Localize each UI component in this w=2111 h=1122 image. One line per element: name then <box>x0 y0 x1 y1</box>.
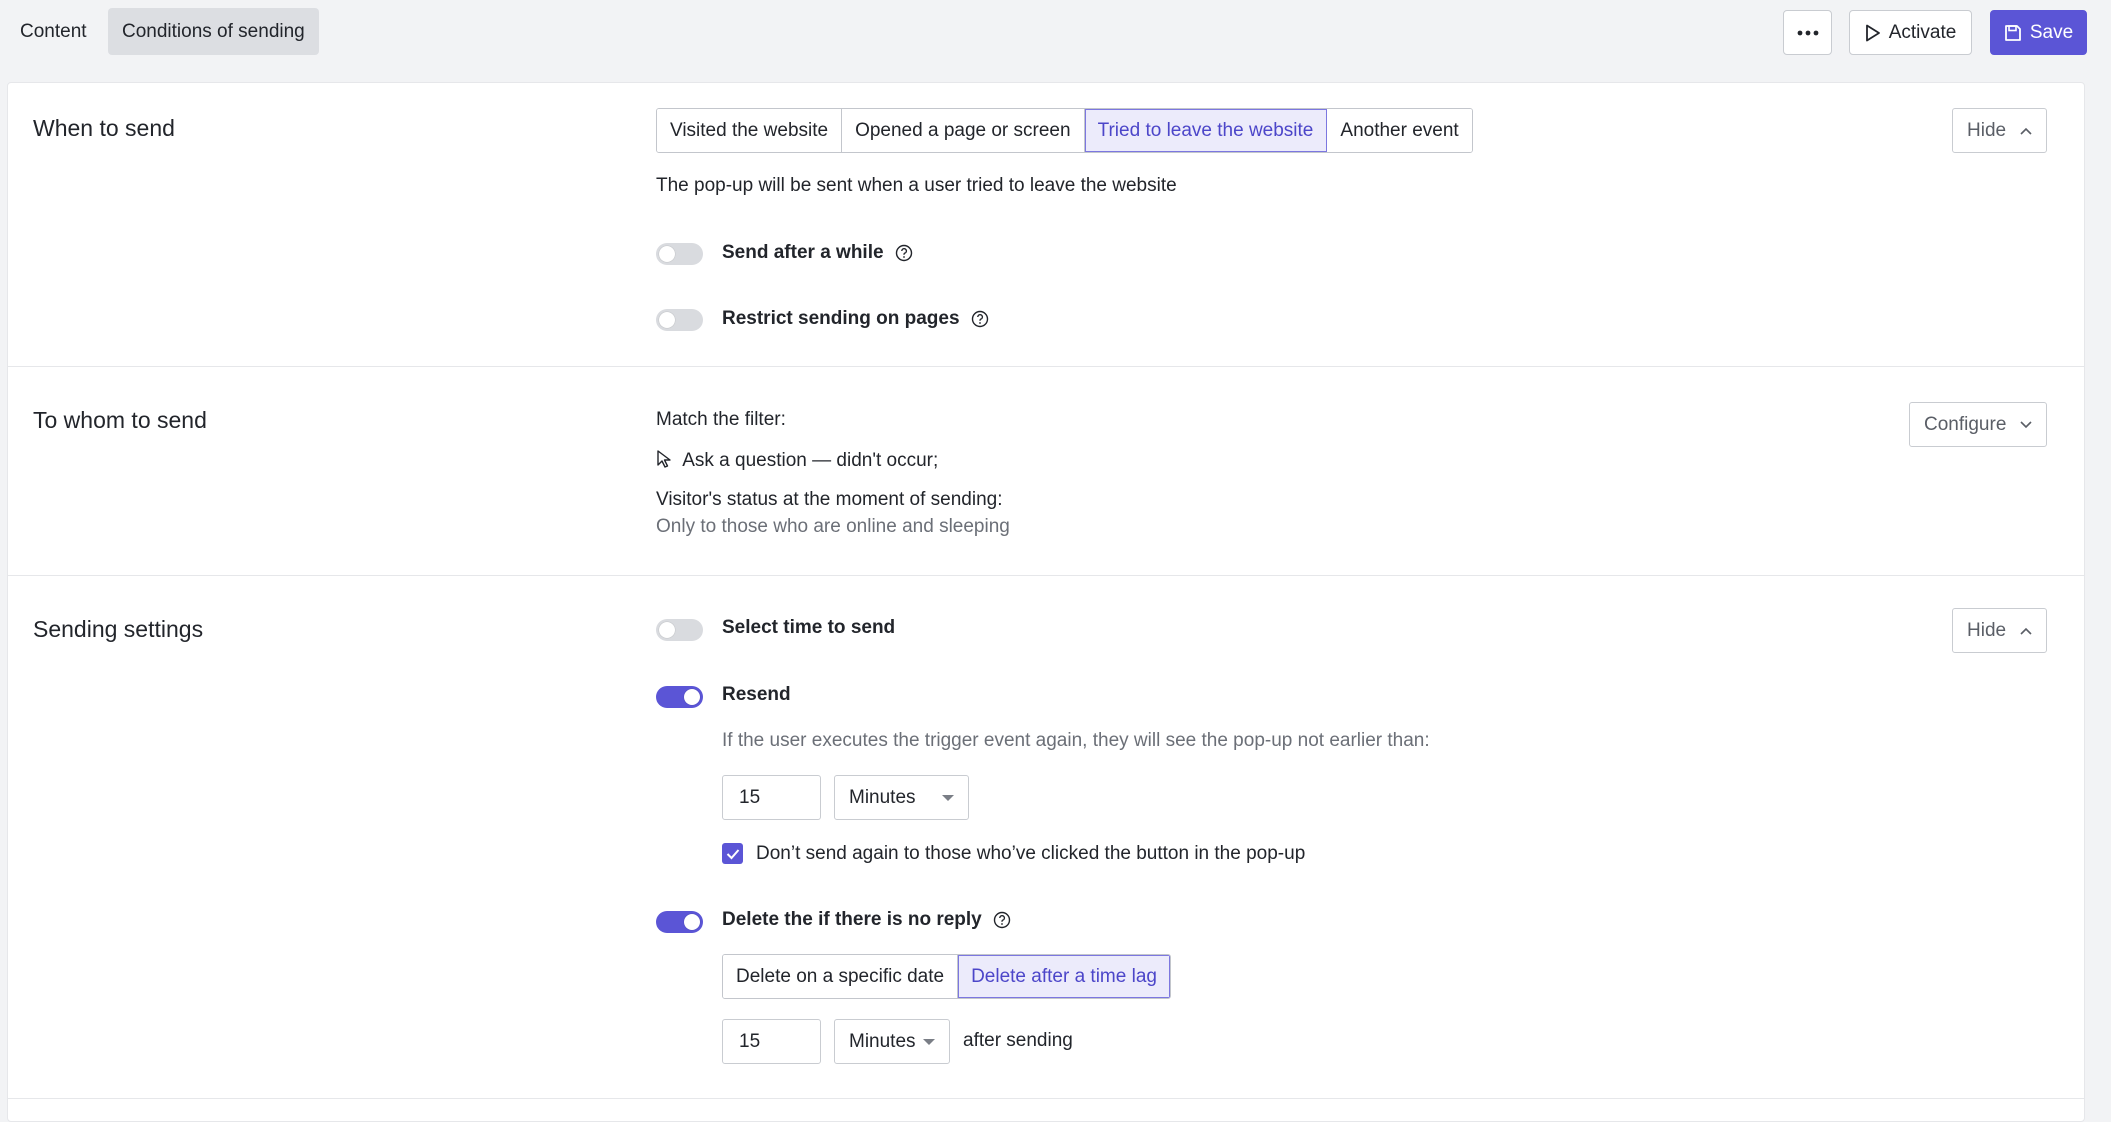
to-whom-title: To whom to send <box>33 407 207 433</box>
cursor-click-icon <box>657 450 671 468</box>
send-after-while-row: Send after a while <box>722 242 913 264</box>
option-tried-to-leave[interactable]: Tried to leave the website <box>1084 109 1328 152</box>
delete-no-reply-label: Delete the if there is no reply <box>722 909 982 930</box>
save-icon <box>2004 24 2021 41</box>
option-delete-specific-date[interactable]: Delete on a specific date <box>723 955 959 998</box>
play-icon <box>1865 24 1880 41</box>
delete-unit-value: Minutes <box>849 1031 916 1052</box>
resend-amount-input[interactable] <box>722 775 821 820</box>
chevron-up-icon <box>2020 127 2032 135</box>
delete-no-reply-row: Delete the if there is no reply <box>722 909 1011 931</box>
hide-label: Hide <box>1967 619 2007 641</box>
filter-rule-text: Ask a question — didn't occur; <box>682 450 939 471</box>
help-icon[interactable] <box>993 911 1011 929</box>
save-label: Save <box>2029 21 2074 43</box>
when-to-send-title: When to send <box>33 115 175 141</box>
hide-label: Hide <box>1967 119 2007 141</box>
resend-unit-value: Minutes <box>849 787 916 808</box>
restrict-pages-label: Restrict sending on pages <box>722 308 960 329</box>
restrict-pages-row: Restrict sending on pages <box>722 308 989 330</box>
filter-heading: Match the filter: <box>656 409 786 430</box>
send-after-while-label: Send after a while <box>722 242 884 263</box>
filter-rule-row: Ask a question — didn't occur; <box>656 449 938 472</box>
section-divider <box>7 1098 2085 1099</box>
select-time-toggle[interactable] <box>656 619 703 641</box>
configure-label: Configure <box>1924 413 2007 435</box>
tab-conditions-of-sending[interactable]: Conditions of sending <box>108 8 319 55</box>
option-visited-website[interactable]: Visited the website <box>657 109 843 152</box>
tab-content[interactable]: Content <box>6 8 101 55</box>
dropdown-arrow-icon <box>942 795 954 801</box>
dont-send-again-checkbox[interactable] <box>722 843 743 864</box>
send-after-while-toggle[interactable] <box>656 243 703 265</box>
delete-mode-selector: Delete on a specific date Delete after a… <box>722 954 1171 999</box>
trigger-event-selector: Visited the website Opened a page or scr… <box>656 108 1473 153</box>
section-divider <box>7 366 2085 367</box>
delete-amount-input[interactable] <box>722 1019 821 1064</box>
after-sending-label: after sending <box>963 1030 1073 1051</box>
dropdown-arrow-icon <box>923 1039 935 1045</box>
help-icon[interactable] <box>971 310 989 328</box>
configure-button[interactable]: Configure <box>1909 402 2048 447</box>
checkmark-icon <box>726 848 739 859</box>
chevron-up-icon <box>2020 627 2032 635</box>
select-time-label: Select time to send <box>722 617 896 638</box>
save-button[interactable]: Save <box>1990 10 2087 55</box>
restrict-pages-toggle[interactable] <box>656 309 703 331</box>
help-icon[interactable] <box>895 244 913 262</box>
option-opened-page[interactable]: Opened a page or screen <box>842 109 1085 152</box>
resend-hint: If the user executes the trigger event a… <box>722 730 1430 751</box>
dont-send-again-label: Don’t send again to those who’ve clicked… <box>756 843 1306 864</box>
resend-toggle[interactable] <box>656 686 703 708</box>
more-options-button[interactable] <box>1783 10 1832 55</box>
more-horizontal-icon <box>1797 30 1818 35</box>
status-heading: Visitor's status at the moment of sendin… <box>656 489 1003 510</box>
section-divider <box>7 575 2085 576</box>
activate-button[interactable]: Activate <box>1849 10 1972 55</box>
trigger-description: The pop-up will be sent when a user trie… <box>656 175 1177 196</box>
sending-settings-hide-button[interactable]: Hide <box>1952 608 2048 653</box>
top-bar: Content Conditions of sending Activate S… <box>0 0 2111 82</box>
delete-no-reply-toggle[interactable] <box>656 911 703 933</box>
status-value: Only to those who are online and sleepin… <box>656 516 1010 537</box>
resend-label: Resend <box>722 684 791 705</box>
resend-unit-select[interactable]: Minutes <box>834 775 969 820</box>
option-another-event[interactable]: Another event <box>1327 109 1472 152</box>
sending-settings-title: Sending settings <box>33 616 204 642</box>
delete-unit-select[interactable]: Minutes <box>834 1019 950 1064</box>
when-to-send-hide-button[interactable]: Hide <box>1952 108 2048 153</box>
option-delete-after-time-lag[interactable]: Delete after a time lag <box>958 955 1170 998</box>
chevron-down-icon <box>2020 420 2032 428</box>
activate-label: Activate <box>1888 21 1957 43</box>
